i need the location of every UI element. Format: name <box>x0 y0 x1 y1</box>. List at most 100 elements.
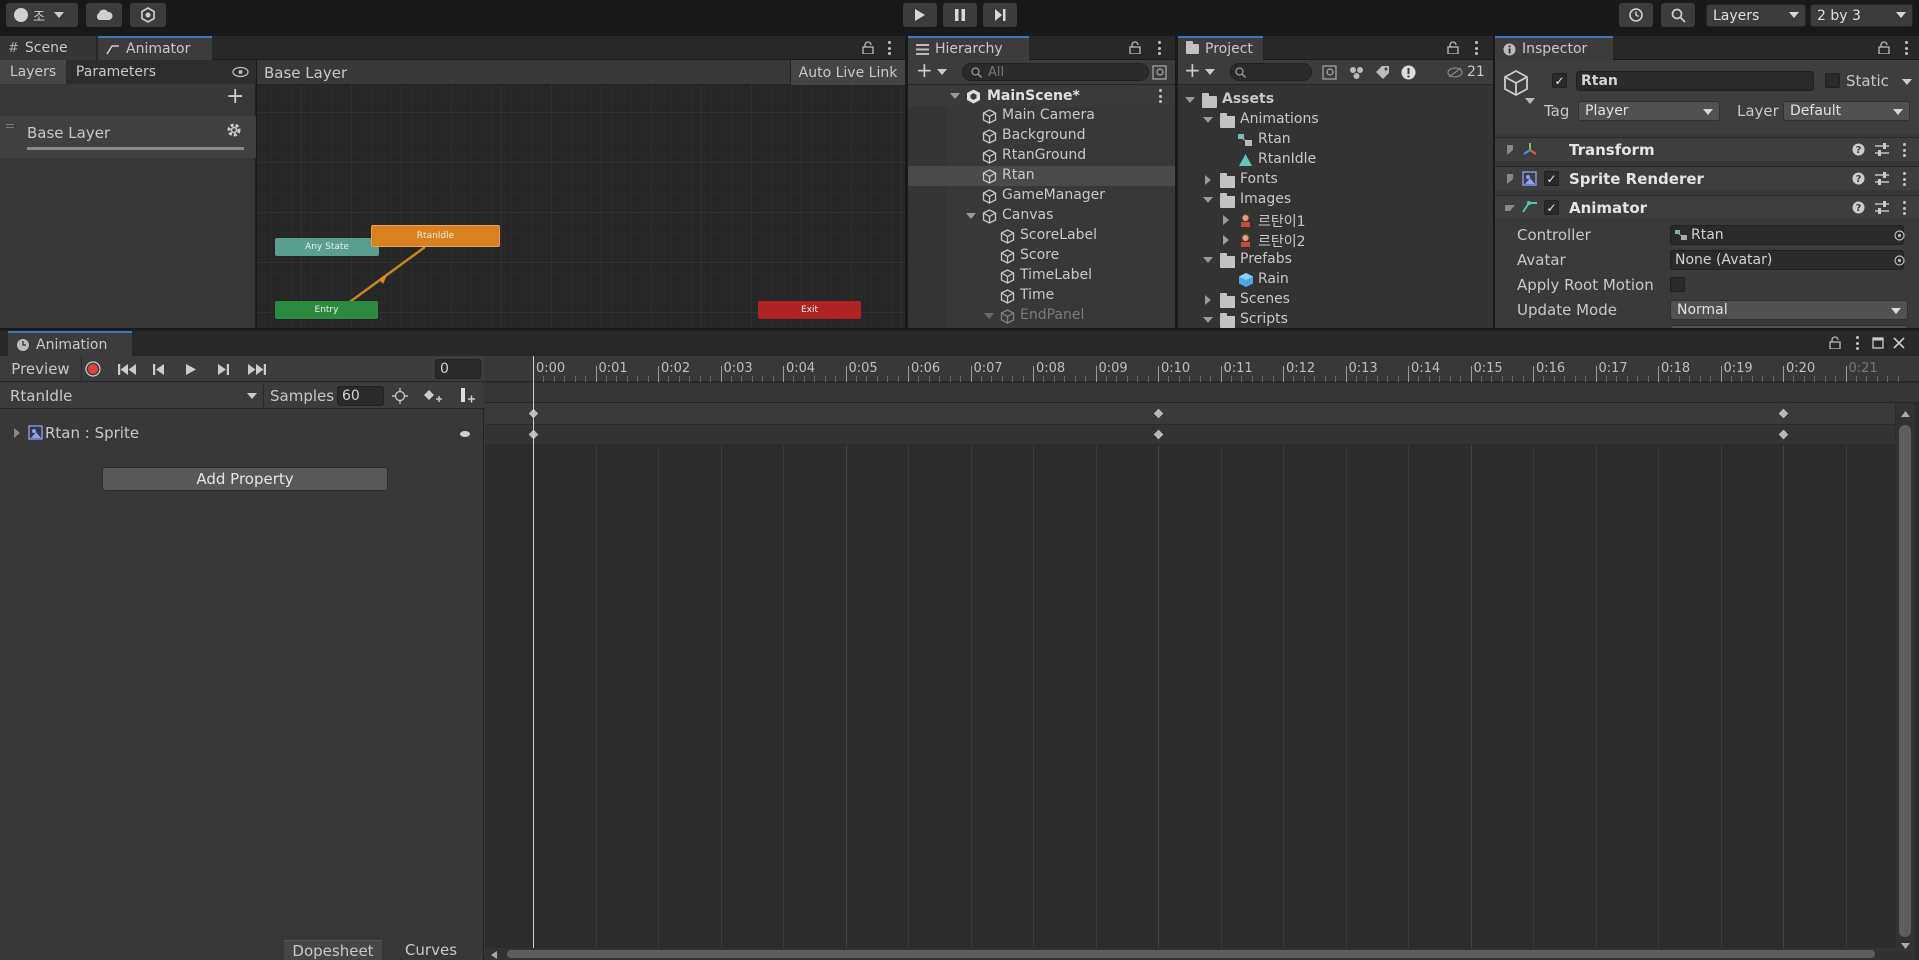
layout-dropdown[interactable]: 2 by 3 <box>1810 4 1913 27</box>
drag-handle-icon[interactable] <box>6 124 14 128</box>
expand-icon[interactable] <box>950 93 960 99</box>
lock-icon[interactable] <box>1129 41 1141 54</box>
object-name-input[interactable]: Rtan <box>1576 71 1814 91</box>
first-key-icon[interactable] <box>118 364 136 375</box>
object-picker-icon[interactable] <box>1894 255 1905 266</box>
scroll-down-icon[interactable] <box>1901 943 1910 949</box>
add-layer-button[interactable]: + <box>226 86 244 108</box>
prev-key-icon[interactable] <box>153 364 164 375</box>
expand-icon[interactable] <box>966 213 976 219</box>
scroll-up-icon[interactable] <box>1901 411 1910 417</box>
active-checkbox[interactable]: ✓ <box>1552 73 1567 88</box>
expand-icon[interactable] <box>984 313 994 319</box>
tab-scene[interactable]: # Scene <box>0 36 96 60</box>
collapse-icon[interactable] <box>1223 215 1229 225</box>
collab-button[interactable] <box>130 3 166 27</box>
inspector-menu-icon[interactable] <box>1904 41 1908 55</box>
help-icon[interactable]: ? <box>1852 201 1865 214</box>
project-search-input[interactable] <box>1230 63 1312 81</box>
hierarchy-menu-icon[interactable] <box>1157 41 1161 55</box>
hierarchy-search-input[interactable]: All <box>962 63 1149 81</box>
playhead[interactable] <box>533 356 534 960</box>
culling-mode-dropdown[interactable] <box>1670 325 1908 328</box>
property-options-icon[interactable] <box>460 431 470 437</box>
cloud-button[interactable] <box>86 3 122 27</box>
hierarchy-item[interactable]: Main Camera <box>908 106 1175 126</box>
controller-field[interactable]: Rtan <box>1670 225 1904 245</box>
tab-animation[interactable]: Animation <box>8 331 132 356</box>
horizontal-scrollbar[interactable] <box>485 948 1896 960</box>
label-icon[interactable] <box>1375 65 1390 80</box>
component-header[interactable]: ✓ Sprite Renderer? <box>1495 166 1919 190</box>
root-motion-checkbox[interactable] <box>1670 277 1685 292</box>
project-item[interactable]: RtanIdle <box>1178 150 1493 170</box>
warning-filter-icon[interactable] <box>1401 65 1416 80</box>
collapse-icon[interactable] <box>1507 174 1513 184</box>
component-header[interactable]: Transform? <box>1495 137 1919 161</box>
project-item[interactable]: Prefabs <box>1178 250 1493 270</box>
expand-icon[interactable] <box>1203 317 1213 323</box>
hierarchy-item[interactable]: Canvas <box>908 206 1175 226</box>
state-node-rtanidle[interactable]: RtanIdle <box>371 225 500 247</box>
search-button[interactable] <box>1661 3 1695 27</box>
collapse-icon[interactable] <box>1223 235 1229 245</box>
search-by-type-icon[interactable] <box>1322 65 1337 80</box>
tab-parameters[interactable]: Parameters <box>66 60 166 84</box>
play-icon[interactable] <box>186 364 196 375</box>
lock-icon[interactable] <box>1447 41 1459 54</box>
static-dropdown-icon[interactable] <box>1902 79 1912 85</box>
lock-icon[interactable] <box>1878 41 1890 54</box>
scroll-thumb[interactable] <box>1899 425 1911 937</box>
hierarchy-item[interactable]: RtanGround <box>908 146 1175 166</box>
hierarchy-item[interactable]: EndPanel <box>908 306 1175 326</box>
close-icon[interactable] <box>1893 337 1905 349</box>
tab-project[interactable]: Project <box>1178 36 1263 60</box>
entry-node[interactable]: Entry <box>275 301 378 319</box>
last-key-icon[interactable] <box>248 364 266 375</box>
expand-icon[interactable] <box>14 428 20 438</box>
tab-dopesheet[interactable]: Dopesheet <box>284 940 382 960</box>
search-options-icon[interactable] <box>1152 65 1167 80</box>
create-dropdown[interactable]: + <box>916 60 947 82</box>
hierarchy-item[interactable]: Time <box>908 286 1175 306</box>
property-row[interactable]: Rtan : Sprite <box>0 421 484 445</box>
project-menu-icon[interactable] <box>1474 41 1478 55</box>
project-item[interactable]: Assets <box>1178 90 1493 110</box>
layers-dropdown[interactable]: Layers <box>1706 4 1806 27</box>
hierarchy-item[interactable]: TimeLabel <box>908 266 1175 286</box>
create-asset-dropdown[interactable]: + <box>1184 60 1215 82</box>
next-key-icon[interactable] <box>218 364 229 375</box>
component-menu-icon[interactable] <box>1902 201 1906 215</box>
project-item[interactable]: Scenes <box>1178 290 1493 310</box>
avatar-field[interactable]: None (Avatar) <box>1670 250 1904 270</box>
project-item[interactable]: Rain <box>1178 270 1493 290</box>
exit-node[interactable]: Exit <box>758 301 861 319</box>
collapse-icon[interactable] <box>1507 145 1513 155</box>
transition-arrow[interactable] <box>257 60 905 328</box>
step-button[interactable] <box>983 3 1017 27</box>
expand-icon[interactable] <box>1505 205 1515 211</box>
preset-icon[interactable] <box>1875 143 1889 156</box>
expand-icon[interactable] <box>1203 257 1213 263</box>
eye-icon[interactable] <box>232 66 249 78</box>
event-lane[interactable] <box>485 383 1919 403</box>
h-scroll-thumb[interactable] <box>507 950 1875 958</box>
add-property-button[interactable]: Add Property <box>102 467 388 491</box>
tag-dropdown[interactable]: Player <box>1578 101 1720 121</box>
hierarchy-item[interactable]: GameManager <box>908 186 1175 206</box>
project-item[interactable]: 르탄이1 <box>1178 210 1493 230</box>
lock-icon[interactable] <box>862 41 874 54</box>
project-item[interactable]: Fonts <box>1178 170 1493 190</box>
tab-curves[interactable]: Curves <box>382 940 480 960</box>
filter-type-icon[interactable] <box>1349 65 1364 80</box>
clip-dropdown[interactable]: RtanIdle <box>0 383 264 409</box>
tab-hierarchy[interactable]: Hierarchy <box>908 36 1029 60</box>
component-menu-icon[interactable] <box>1902 172 1906 186</box>
add-key-icon[interactable] <box>423 389 443 403</box>
tab-layers[interactable]: Layers <box>0 60 66 84</box>
play-button[interactable] <box>903 3 937 27</box>
hierarchy-item[interactable]: ScoreLabel <box>908 226 1175 246</box>
record-icon[interactable] <box>85 361 101 377</box>
layer-item[interactable]: Base Layer <box>0 116 256 158</box>
expand-icon[interactable] <box>1203 117 1213 123</box>
